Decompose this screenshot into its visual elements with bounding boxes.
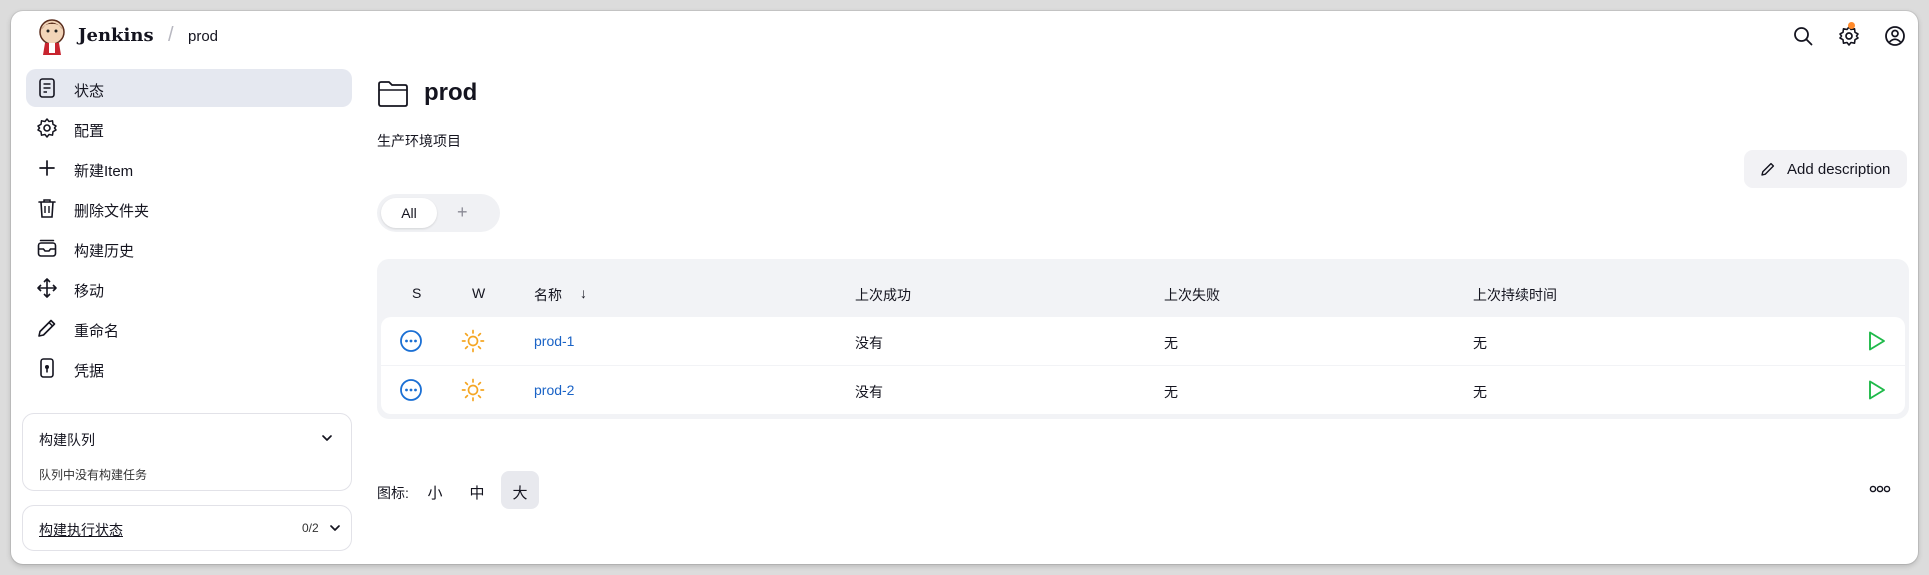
executor-status-panel: 构建执行状态 0/2 [22,505,352,551]
build-queue-empty-text: 队列中没有构建任务 [39,468,148,482]
pencil-icon [38,319,56,337]
sidebar-item-credentials[interactable]: 凭据 [26,349,352,387]
icon-size-large-label: 大 [512,485,528,502]
icon-size-large[interactable]: 大 [501,471,539,509]
jobs-table: S W 名称 ↓ 上次成功 上次失败 上次持续时间 prod-1 没有 无 无 … [377,259,1909,419]
sidebar-item-label: 删除文件夹 [74,203,150,220]
credentials-icon [40,358,54,378]
job-link-prod-1[interactable]: prod-1 [534,333,574,349]
column-header-last-failure[interactable]: 上次失败 [1164,285,1220,305]
sidebar-item-configure[interactable]: 配置 [26,109,352,147]
executor-status-link[interactable]: 构建执行状态 [39,520,123,540]
sidebar-item-label: 构建历史 [74,243,135,260]
table-row: prod-1 没有 无 无 [381,317,1905,365]
status-not-built-icon [400,379,422,401]
last-success-value: 没有 [855,384,883,400]
add-view-button[interactable]: + [457,202,468,223]
gear-icon [37,118,57,138]
status-icon [39,78,55,98]
column-header-last-success[interactable]: 上次成功 [855,285,911,305]
breadcrumb-separator: / [168,24,174,46]
sidebar-item-label: 重命名 [74,323,120,340]
add-description-button[interactable]: Add description [1744,150,1907,188]
trash-icon [38,199,56,218]
job-link-prod-2[interactable]: prod-2 [534,382,574,398]
status-not-built-icon [400,330,422,352]
page-title: prod [424,79,478,106]
last-duration-value: 无 [1473,384,1487,400]
sidebar-item-label: 新建Item [74,163,134,180]
folder-icon [378,81,408,107]
sidebar-item-label: 凭据 [74,363,105,380]
jenkins-logo-icon[interactable] [37,17,67,55]
weather-sunny-icon [461,329,485,353]
icon-size-small-label: 小 [427,485,443,502]
folder-description: 生产环境项目 [377,133,461,149]
icon-size-label: 图标: [377,485,409,501]
executor-count: 0/2 [302,521,319,535]
last-success-value: 没有 [855,335,883,351]
pencil-icon [1761,162,1775,176]
tab-all[interactable]: All [381,198,437,228]
column-header-status[interactable]: S [412,285,421,301]
sidebar-item-move[interactable]: 移动 [26,269,352,307]
build-queue-title[interactable]: 构建队列 [39,430,95,450]
icon-size-small[interactable]: 小 [416,471,454,509]
sidebar-item-label: 配置 [74,123,105,140]
user-account-icon[interactable] [1884,25,1906,47]
sidebar-item-label: 状态 [74,83,105,100]
jenkins-window: Jenkins / prod 状态 配置 新建Item 删除文件夹 构建历史 移… [11,11,1918,564]
brand-name[interactable]: Jenkins [78,25,154,46]
table-row: prod-2 没有 无 无 [381,366,1905,414]
sidebar-item-rename[interactable]: 重命名 [26,309,352,347]
sidebar-item-new-item[interactable]: 新建Item [26,149,352,187]
history-icon [37,239,57,257]
tab-all-label: All [401,205,417,221]
run-build-icon[interactable] [1864,329,1888,353]
chevron-down-icon[interactable] [328,521,342,535]
run-build-icon[interactable] [1864,378,1888,402]
more-options-icon[interactable] [1869,481,1891,497]
last-failure-value: 无 [1164,335,1178,351]
icon-size-medium[interactable]: 中 [458,471,496,509]
sort-arrow-icon[interactable]: ↓ [580,285,587,301]
move-icon [37,278,57,298]
column-header-weather[interactable]: W [472,285,485,301]
icon-size-medium-label: 中 [469,485,485,502]
chevron-down-icon[interactable] [320,431,334,445]
plus-icon [39,160,55,176]
top-bar: Jenkins / prod [11,11,1918,61]
last-failure-value: 无 [1164,384,1178,400]
build-queue-panel: 构建队列 队列中没有构建任务 [22,413,352,491]
column-header-last-duration[interactable]: 上次持续时间 [1473,285,1557,305]
sidebar-item-build-history[interactable]: 构建历史 [26,229,352,267]
weather-sunny-icon [461,378,485,402]
last-duration-value: 无 [1473,335,1487,351]
search-icon[interactable] [1792,25,1814,47]
sidebar-item-delete-folder[interactable]: 删除文件夹 [26,189,352,227]
add-description-label: Add description [1787,161,1891,178]
breadcrumb-prod[interactable]: prod [188,28,218,45]
notification-dot [1848,22,1855,29]
sidebar-item-label: 移动 [74,283,105,300]
view-tabs: All + [377,194,500,232]
sidebar-item-status[interactable]: 状态 [26,69,352,107]
column-header-name[interactable]: 名称 [534,285,562,305]
